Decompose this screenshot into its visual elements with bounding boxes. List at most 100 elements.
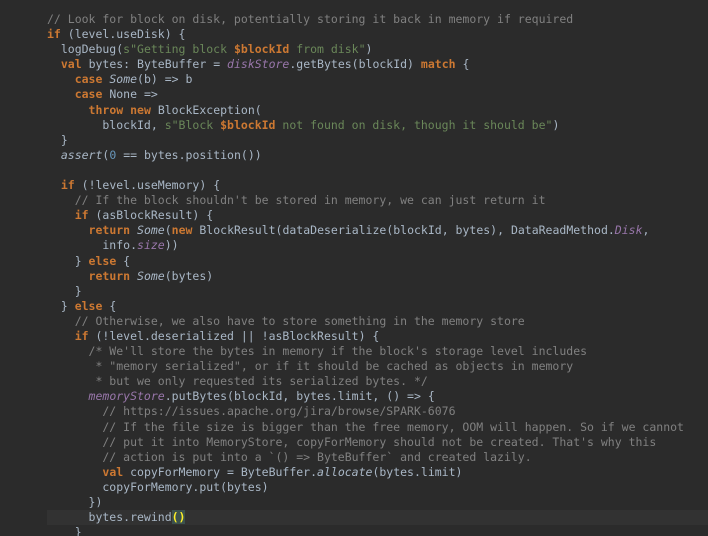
code-token: }	[47, 283, 82, 298]
code-line[interactable]: assert(0 == bytes.position())	[47, 148, 708, 163]
code-token: }	[47, 253, 89, 268]
code-token: BlockException(	[150, 102, 262, 117]
code-token: ))	[164, 238, 179, 253]
code-token: bytes: ByteBuffer =	[81, 57, 228, 72]
code-token: if	[47, 27, 61, 42]
code-line[interactable]: } else {	[47, 299, 708, 314]
code-token: if	[60, 178, 75, 193]
code-token: .getBytes(blockId)	[289, 57, 421, 72]
code-token: else	[74, 298, 103, 313]
code-token: == bytes.position())	[116, 147, 262, 162]
code-line[interactable]: * but we only requested its serialized b…	[47, 374, 708, 389]
code-line[interactable]: // Otherwise, we also have to store some…	[47, 314, 708, 329]
code-line[interactable]: memoryStore.putBytes(blockId, bytes.limi…	[47, 389, 708, 404]
code-line[interactable]: case Some(b) => b	[47, 72, 708, 87]
code-token: return	[88, 223, 131, 238]
code-token: })	[47, 495, 103, 509]
code-token: {	[455, 57, 470, 72]
code-token: if	[74, 328, 89, 343]
code-line[interactable]: // https://issues.apache.org/jira/browse…	[47, 404, 708, 419]
code-token: (bytes.limit)	[372, 464, 463, 479]
code-line[interactable]: // If the block shouldn't be stored in m…	[47, 193, 708, 208]
code-token: copyForMemory = ByteBuffer.	[123, 464, 318, 479]
code-token: * "memory serialized", or if it should b…	[47, 359, 574, 374]
code-editor[interactable]: // Look for block on disk, potentially s…	[0, 0, 708, 536]
code-token: Disk	[614, 223, 643, 238]
code-token: $blockId	[220, 117, 276, 132]
code-token: (asBlockResult) {	[88, 208, 214, 223]
code-line[interactable]: // put it into MemoryStore, copyForMemor…	[47, 435, 708, 450]
code-line[interactable]: })	[47, 495, 708, 510]
code-token: assert	[60, 147, 103, 162]
code-token: (b) => b	[137, 72, 193, 87]
code-line[interactable]: throw new BlockException(	[47, 103, 708, 118]
code-line-current[interactable]: bytes.rewind()	[47, 510, 708, 526]
code-line[interactable]: // If the file size is bigger than the f…	[47, 420, 708, 435]
code-line[interactable]: }	[47, 133, 708, 148]
code-token: val	[102, 464, 124, 479]
code-token: // https://issues.apache.org/jira/browse…	[47, 404, 456, 419]
code-line[interactable]	[47, 163, 708, 178]
code-token: throw	[88, 102, 124, 117]
code-token: (bytes)	[164, 268, 214, 283]
code-token: )	[552, 117, 560, 132]
code-line[interactable]: return Some(new BlockResult(dataDeserial…	[47, 223, 708, 238]
code-token: case	[74, 72, 103, 87]
code-line[interactable]: // action is put into a `() => ByteBuffe…	[47, 450, 708, 465]
code-line[interactable]: // Look for block on disk, potentially s…	[47, 12, 708, 27]
code-token: val	[60, 57, 82, 72]
code-line[interactable]: if (level.useDisk) {	[47, 27, 708, 42]
code-token: case	[74, 87, 103, 102]
code-token: bytes.rewind	[47, 510, 172, 525]
code-line[interactable]: if (!level.deserialized || !asBlockResul…	[47, 329, 708, 344]
code-line[interactable]: val bytes: ByteBuffer = diskStore.getByt…	[47, 57, 708, 72]
code-token: new	[130, 102, 151, 117]
code-token: // Look for block on disk, potentially s…	[47, 12, 574, 26]
code-token: .putBytes(blockId, bytes.limit, () => {	[164, 389, 435, 404]
code-line[interactable]: /* We'll store the bytes in memory if th…	[47, 344, 708, 359]
code-token: {	[102, 298, 117, 313]
code-token: diskStore	[227, 57, 290, 72]
code-token: else	[88, 253, 117, 268]
code-line[interactable]: if (!level.useMemory) {	[47, 178, 708, 193]
code-line[interactable]: if (asBlockResult) {	[47, 208, 708, 223]
code-line[interactable]: * "memory serialized", or if it should b…	[47, 359, 708, 374]
code-token: if	[74, 208, 89, 223]
code-area[interactable]: // Look for block on disk, potentially s…	[47, 12, 708, 536]
code-token: (!level.useMemory) {	[74, 178, 221, 193]
code-token: // action is put into a `() => ByteBuffe…	[47, 449, 532, 464]
code-line[interactable]: }	[47, 284, 708, 299]
code-token: Some	[109, 72, 138, 87]
code-token: * but we only requested its serialized b…	[47, 374, 428, 389]
code-line[interactable]: logDebug(s"Getting block $blockId from d…	[47, 42, 708, 57]
code-token: logDebug(	[47, 42, 124, 57]
code-token: // Otherwise, we also have to store some…	[47, 313, 525, 328]
code-line[interactable]: blockId, s"Block $blockId not found on d…	[47, 118, 708, 133]
code-token: size	[137, 238, 165, 253]
code-token: match	[420, 57, 456, 72]
code-token: Some	[137, 268, 165, 283]
code-token: ,	[642, 223, 650, 238]
code-line[interactable]: copyForMemory.put(bytes)	[47, 480, 708, 495]
code-line[interactable]: return Some(bytes)	[47, 269, 708, 284]
code-token: // If the block shouldn't be stored in m…	[47, 193, 546, 208]
code-token: None =>	[102, 87, 158, 102]
code-token: ()	[171, 510, 186, 525]
code-line[interactable]: case None =>	[47, 87, 708, 102]
code-line[interactable]: }	[47, 525, 708, 536]
code-token: not found on disk, though it should be"	[275, 117, 553, 132]
code-line[interactable]: info.size))	[47, 238, 708, 253]
code-token: $blockId	[233, 42, 290, 57]
code-line[interactable]: } else {	[47, 254, 708, 269]
code-token: blockId,	[47, 117, 165, 132]
code-line[interactable]: val copyForMemory = ByteBuffer.allocate(…	[47, 465, 708, 480]
